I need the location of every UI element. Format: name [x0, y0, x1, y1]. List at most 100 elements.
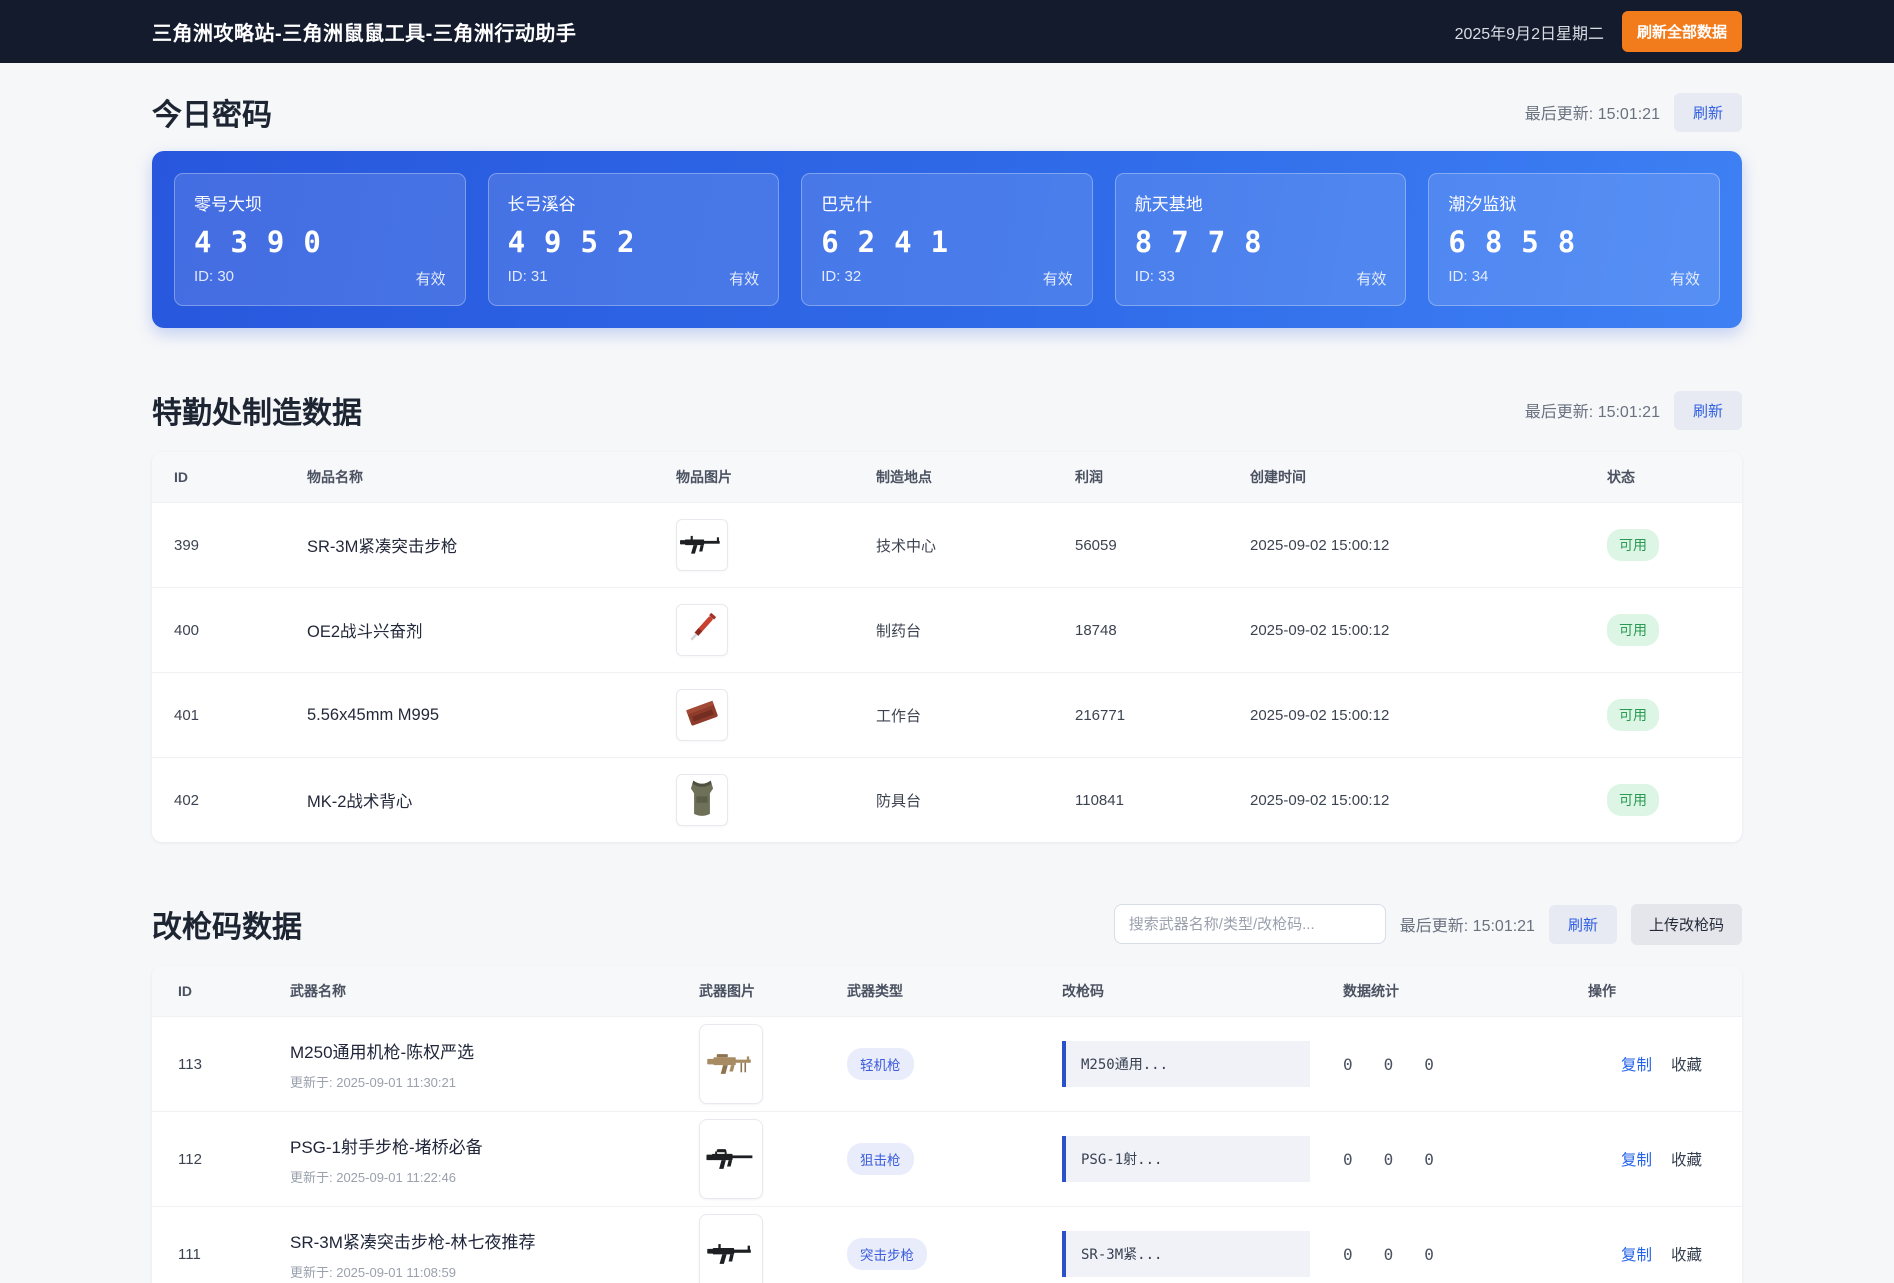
- item-image: [676, 604, 728, 656]
- password-id: ID: 33: [1134, 268, 1175, 285]
- table-row: 400 OE2战斗兴奋剂 制药台 18748 2025-09-02 15:00:…: [152, 587, 1742, 672]
- table-row: 112 PSG-1射手步枪-堵桥必备 更新于: 2025-09-01 11:22…: [152, 1111, 1742, 1206]
- search-input[interactable]: [1113, 904, 1386, 944]
- weapon-type-badge: 狙击枪: [847, 1143, 914, 1175]
- table-row: 401 5.56x45mm M995 工作台 216771 2025-09-02…: [152, 672, 1742, 757]
- col-actions: 操作: [1588, 983, 1616, 999]
- password-status: 有效: [415, 271, 446, 288]
- weapon-code: M250通用...: [1062, 1041, 1310, 1087]
- password-card: 航天基地 8778 ID: 33 有效: [1114, 173, 1407, 306]
- stat-value: 0: [1424, 1149, 1434, 1169]
- item-name: OE2战斗兴奋剂: [307, 623, 423, 641]
- password-status: 有效: [1669, 271, 1700, 288]
- stat-value: 0: [1343, 1149, 1353, 1169]
- item-profit: 18748: [1075, 621, 1117, 639]
- rifle-icon: [679, 526, 725, 564]
- item-time: 2025-09-02 15:00:12: [1250, 621, 1390, 639]
- passwords-refresh-button[interactable]: 刷新: [1673, 92, 1742, 132]
- col-item-name: 物品名称: [307, 469, 363, 485]
- manufacture-title: 特勤处制造数据: [152, 397, 362, 430]
- upload-code-button[interactable]: 上传改枪码: [1630, 903, 1742, 945]
- sniper-rifle-icon: [704, 1138, 758, 1180]
- password-code: 6858: [1448, 224, 1595, 259]
- item-id: 400: [174, 621, 200, 639]
- vest-icon: [683, 777, 721, 823]
- status-badge: 可用: [1607, 784, 1659, 816]
- item-place: 防具台: [876, 792, 922, 810]
- weapon-image: [699, 1214, 763, 1283]
- item-profit: 216771: [1075, 706, 1126, 724]
- map-name: 巴克什: [821, 195, 873, 214]
- stat-value: 0: [1383, 1054, 1394, 1074]
- copy-link[interactable]: 复制: [1621, 1148, 1652, 1170]
- col-profit: 利润: [1075, 469, 1103, 485]
- item-place: 制药台: [876, 622, 922, 640]
- weapon-stats: 0 0 0: [1343, 1245, 1588, 1264]
- password-code: 4390: [194, 224, 340, 259]
- item-name: 5.56x45mm M995: [307, 705, 440, 724]
- col-place: 制造地点: [876, 469, 932, 485]
- password-code: 6241: [821, 224, 968, 259]
- col-code: 改枪码: [1062, 983, 1104, 999]
- codes-section-head: 改枪码数据 最后更新: 15:01:21 刷新 上传改枪码: [152, 902, 1742, 946]
- item-id: 402: [174, 791, 200, 809]
- stat-value: 0: [1424, 1244, 1434, 1264]
- weapon-updated: 更新于: 2025-09-01 11:08:59: [290, 1264, 456, 1280]
- manufacture-last-update: 最后更新: 15:01:21: [1524, 404, 1660, 421]
- item-id: 401: [174, 706, 200, 724]
- weapon-stats: 0 0 0: [1343, 1055, 1588, 1074]
- status-badge: 可用: [1607, 614, 1659, 646]
- item-name: MK-2战术背心: [307, 793, 413, 811]
- password-status: 有效: [729, 271, 760, 288]
- favorite-link[interactable]: 收藏: [1671, 1053, 1702, 1075]
- weapon-updated: 更新于: 2025-09-01 11:22:46: [290, 1169, 456, 1185]
- password-panel: 零号大坝 4390 ID: 30 有效 长弓溪谷 4952 ID: 31 有效 …: [152, 151, 1742, 328]
- item-place: 工作台: [876, 707, 922, 725]
- item-id: 399: [174, 536, 200, 554]
- stat-value: 0: [1343, 1244, 1353, 1264]
- password-id: ID: 32: [821, 268, 862, 285]
- manufacture-section-head: 特勤处制造数据 最后更新: 15:01:21 刷新: [152, 388, 1742, 432]
- col-status: 状态: [1607, 469, 1635, 485]
- password-card: 巴克什 6241 ID: 32 有效: [801, 173, 1093, 306]
- codes-refresh-button[interactable]: 刷新: [1548, 904, 1617, 944]
- col-id: ID: [178, 983, 192, 999]
- weapon-name: SR-3M紧凑突击步枪-林七夜推荐: [290, 1232, 536, 1252]
- copy-link[interactable]: 复制: [1621, 1243, 1652, 1265]
- item-time: 2025-09-02 15:00:12: [1250, 791, 1390, 809]
- refresh-all-button[interactable]: 刷新全部数据: [1621, 11, 1742, 52]
- item-image: [676, 689, 728, 741]
- status-badge: 可用: [1607, 699, 1659, 731]
- col-item-image: 物品图片: [676, 469, 732, 485]
- passwords-title: 今日密码: [152, 99, 272, 132]
- password-id: ID: 30: [194, 268, 235, 285]
- table-row: 399 SR-3M紧凑突击步枪 技术中心 56059 2025-09-02 15…: [152, 502, 1742, 587]
- item-name: SR-3M紧凑突击步枪: [307, 538, 458, 556]
- weapon-code: PSG-1射...: [1062, 1136, 1310, 1182]
- site-title: 三角洲攻略站-三角洲鼠鼠工具-三角洲行动助手: [152, 23, 577, 45]
- favorite-link[interactable]: 收藏: [1671, 1243, 1702, 1265]
- codes-title: 改枪码数据: [152, 911, 302, 944]
- item-profit: 110841: [1075, 791, 1124, 809]
- weapon-image: [699, 1024, 763, 1104]
- weapon-image: [699, 1119, 763, 1199]
- map-name: 航天基地: [1134, 195, 1203, 214]
- weapon-updated: 更新于: 2025-09-01 11:30:21: [290, 1074, 456, 1090]
- topbar: 三角洲攻略站-三角洲鼠鼠工具-三角洲行动助手 2025年9月2日星期二 刷新全部…: [0, 0, 1894, 63]
- weapon-code: SR-3M紧...: [1062, 1231, 1310, 1277]
- copy-link[interactable]: 复制: [1621, 1053, 1652, 1075]
- stat-value: 0: [1424, 1054, 1434, 1074]
- weapon-type-badge: 轻机枪: [847, 1048, 914, 1080]
- table-row: 402 MK-2战术背心 防具台 110841 2025-09-02 15:00…: [152, 757, 1742, 842]
- assault-rifle-icon: [704, 1233, 758, 1275]
- map-name: 零号大坝: [194, 195, 262, 214]
- manufacture-refresh-button[interactable]: 刷新: [1673, 390, 1742, 430]
- password-code: 8778: [1134, 224, 1281, 259]
- weapon-id: 113: [178, 1055, 202, 1073]
- item-time: 2025-09-02 15:00:12: [1250, 536, 1390, 554]
- favorite-link[interactable]: 收藏: [1671, 1148, 1702, 1170]
- stat-value: 0: [1383, 1149, 1394, 1169]
- col-id: ID: [174, 469, 188, 485]
- item-profit: 56059: [1075, 536, 1117, 554]
- codes-table: ID 武器名称 武器图片 武器类型 改枪码 数据统计 操作 113 M250通用…: [152, 966, 1742, 1283]
